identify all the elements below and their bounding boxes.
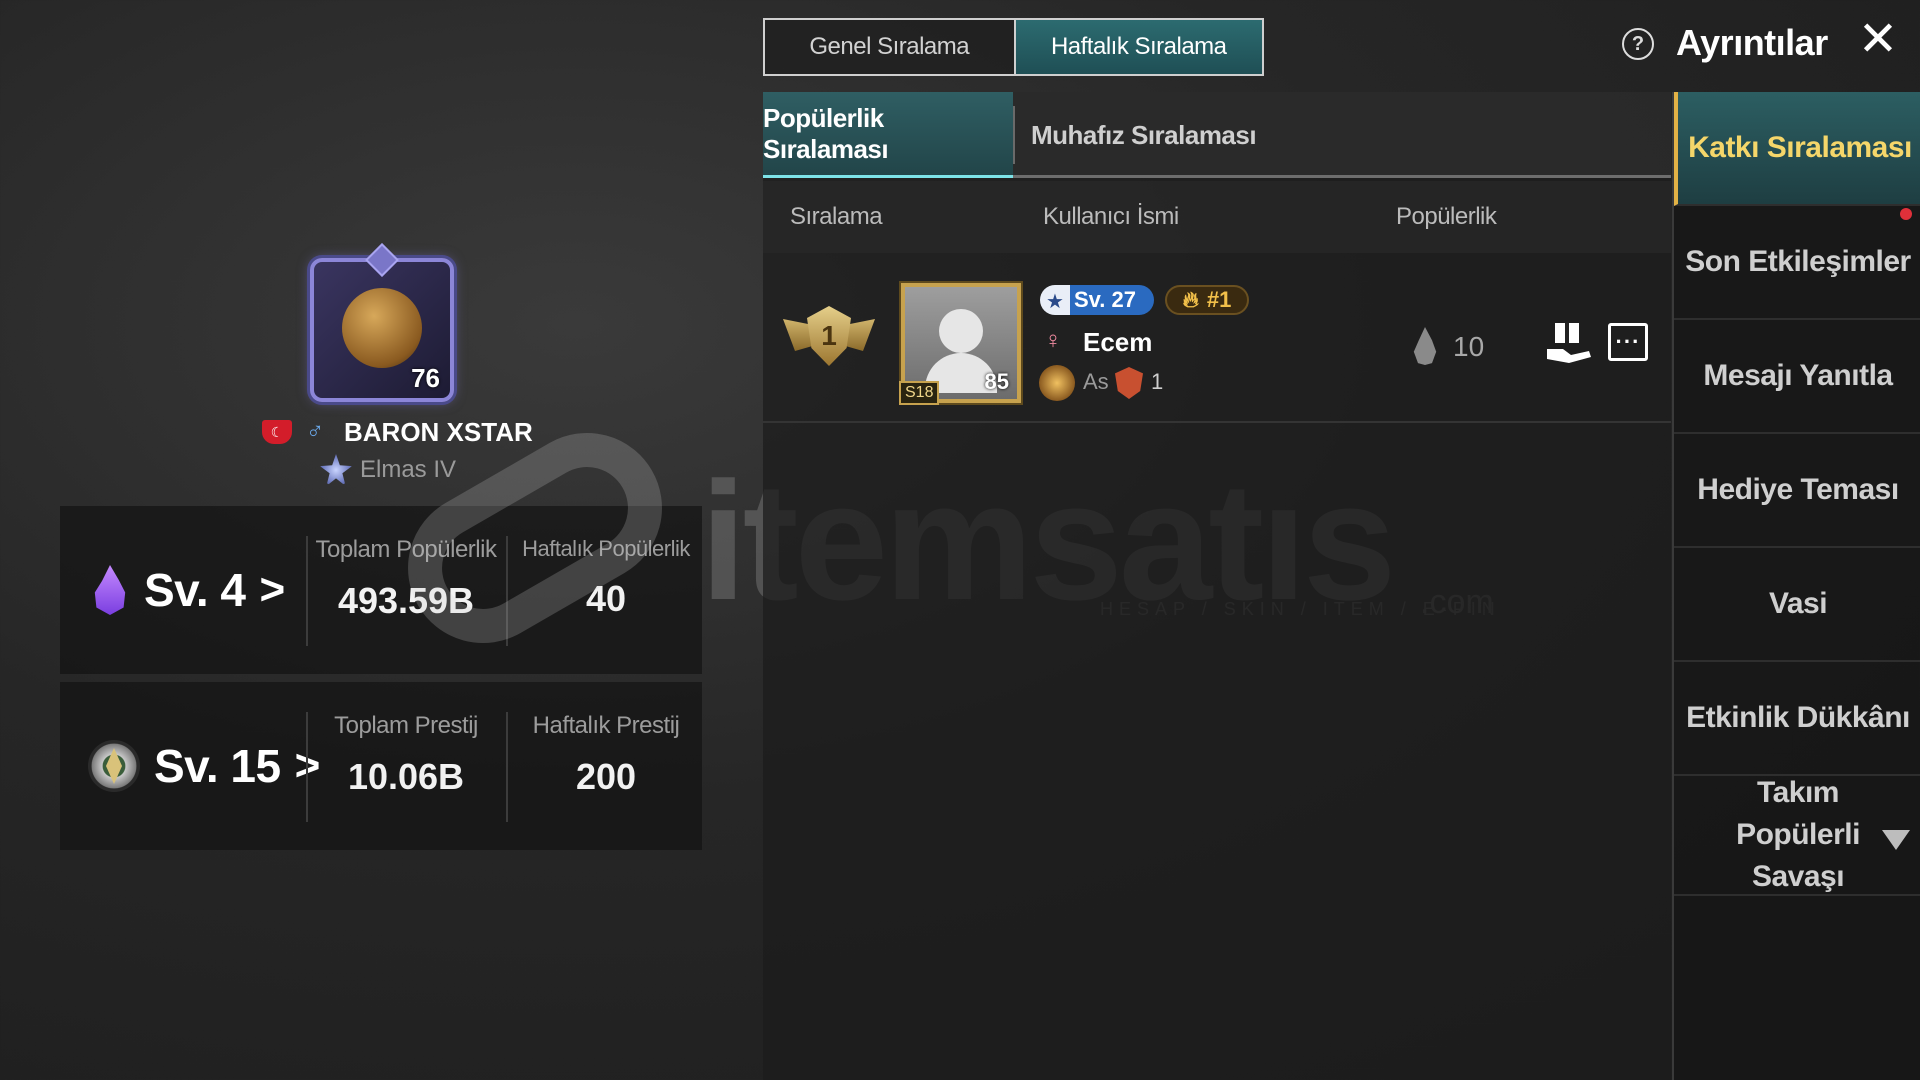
sidebar-item-event-shop[interactable]: Etkinlik Dükkânı (1674, 662, 1920, 776)
tab-general-ranking[interactable]: Genel Sıralama (765, 20, 1014, 74)
sidebar-item-recent-interactions[interactable]: Son Etkileşimler (1674, 206, 1920, 320)
player-name-line: ☾ ♂ BARON XSTAR (262, 416, 533, 448)
player-avatar[interactable]: 76 (310, 243, 454, 402)
rank-tag: #1 (1206, 287, 1232, 312)
sidebar-item-reply-message[interactable]: Mesajı Yanıtla (1674, 320, 1920, 434)
popularity-level: Sv. 4 (144, 564, 246, 616)
rank-number: 1 (807, 306, 851, 366)
user-name: Ecem (1083, 327, 1153, 357)
user-tier: As (1083, 369, 1109, 394)
diamond-tier-icon (320, 454, 352, 486)
player-tier: Elmas IV (320, 454, 457, 486)
sidebar-item-gift-theme[interactable]: Hediye Teması (1674, 434, 1920, 548)
weekly-prestige: Haftalık Prestij 200 (506, 712, 706, 798)
weekly-popularity-label: Haftalık Popülerlik (522, 536, 690, 561)
weekly-prestige-label: Haftalık Prestij (532, 712, 680, 739)
rank-tag-badge: 🔥︎ #1 (1165, 285, 1249, 315)
user-level: Sv. 27 (1074, 287, 1136, 312)
popularity-stats-card: Sv. 4 > Toplam Popülerlik 493.59B Haftal… (60, 506, 702, 674)
ranking-panel: Popülerlik Sıralaması Muhafız Sıralaması… (763, 92, 1671, 1080)
helmet-icon (342, 288, 422, 368)
details-button[interactable]: Ayrıntılar (1676, 22, 1828, 64)
total-prestige-label: Toplam Prestij (334, 712, 478, 739)
purple-flame-icon (94, 565, 126, 615)
total-popularity-value: 493.59B (337, 580, 475, 621)
male-icon: ♂ (306, 418, 324, 445)
close-button[interactable]: ✕ (1856, 16, 1900, 64)
compass-icon (88, 740, 140, 792)
weekly-popularity-value: 40 (585, 578, 627, 619)
total-prestige: Toplam Prestij 10.06B (306, 712, 506, 798)
prestige-level-button[interactable]: Sv. 15 > (88, 730, 320, 802)
chevron-right-icon: > (259, 565, 286, 614)
sidebar-item-contribution-ranking[interactable]: Katkı Sıralaması (1674, 92, 1920, 206)
weekly-popularity: Haftalık Popülerlik 40 (506, 536, 706, 620)
player-avatar-level: 76 (411, 363, 440, 393)
frame-gem-icon (365, 243, 399, 277)
total-prestige-value: 10.06B (347, 756, 465, 797)
tab-guardian-ranking[interactable]: Muhafız Sıralaması (1031, 92, 1257, 178)
rank-badge-icon: 1 (779, 293, 879, 379)
total-popularity-label: Toplam Popülerlik (315, 536, 497, 563)
message-icon[interactable]: ··· (1608, 323, 1648, 361)
prestige-stats-card: Sv. 15 > Toplam Prestij 10.06B Haftalık … (60, 682, 702, 850)
player-tier-name: Elmas IV (360, 456, 457, 483)
female-icon: ♀ (1044, 327, 1062, 354)
popularity-level-button[interactable]: Sv. 4 > (90, 554, 285, 626)
tab-popularity-ranking[interactable]: Popülerlik Sıralaması (763, 92, 1013, 178)
ace-tier-icon (1039, 365, 1075, 401)
total-popularity: Toplam Popülerlik 493.59B (306, 536, 506, 622)
tab-weekly-ranking[interactable]: Haftalık Sıralama (1013, 20, 1262, 74)
user-level-badge: ★ Sv. 27 (1040, 285, 1154, 315)
prestige-level: Sv. 15 (154, 740, 281, 792)
help-icon[interactable]: ? (1622, 28, 1654, 60)
ranking-scope-tabs: Genel Sıralama Haftalık Sıralama (763, 18, 1264, 76)
default-avatar-icon (939, 309, 983, 353)
popularity-value: 10 (1453, 331, 1485, 362)
flame-icon: 🔥︎ (1182, 287, 1199, 312)
player-name: BARON XSTAR (344, 416, 533, 447)
user-avatar[interactable]: 85 S18 (899, 283, 1021, 405)
chevron-down-icon[interactable] (1882, 830, 1910, 850)
divider (1013, 106, 1015, 164)
turkey-flag-icon: ☾ (262, 420, 292, 444)
table-row[interactable]: 1 85 S18 ★ Sv. 27 🔥︎ #1 ♀ Ecem As 1 10 ·… (763, 253, 1671, 423)
column-header-popularity: Popülerlik (1396, 203, 1497, 230)
ranking-type-tabs: Popülerlik Sıralaması Muhafız Sıralaması (763, 92, 1671, 178)
column-header-rank: Sıralama (790, 203, 883, 230)
sidebar-item-guardian[interactable]: Vasi (1674, 548, 1920, 662)
gift-hand-icon[interactable] (1545, 319, 1593, 365)
popularity-flame-icon (1413, 327, 1437, 365)
column-header-username: Kullanıcı İsmi (1043, 203, 1179, 230)
achievement-badge-icon (1115, 367, 1143, 399)
table-header: Sıralama Kullanıcı İsmi Popülerlik (763, 181, 1671, 253)
star-icon: ★ (1046, 291, 1064, 313)
season-badge: S18 (899, 381, 940, 405)
badge-count: 1 (1151, 369, 1164, 394)
weekly-prestige-value: 200 (575, 756, 637, 797)
user-avatar-level: 85 (984, 369, 1009, 394)
sidebar: Katkı Sıralaması Son Etkileşimler Mesajı… (1672, 92, 1920, 1080)
